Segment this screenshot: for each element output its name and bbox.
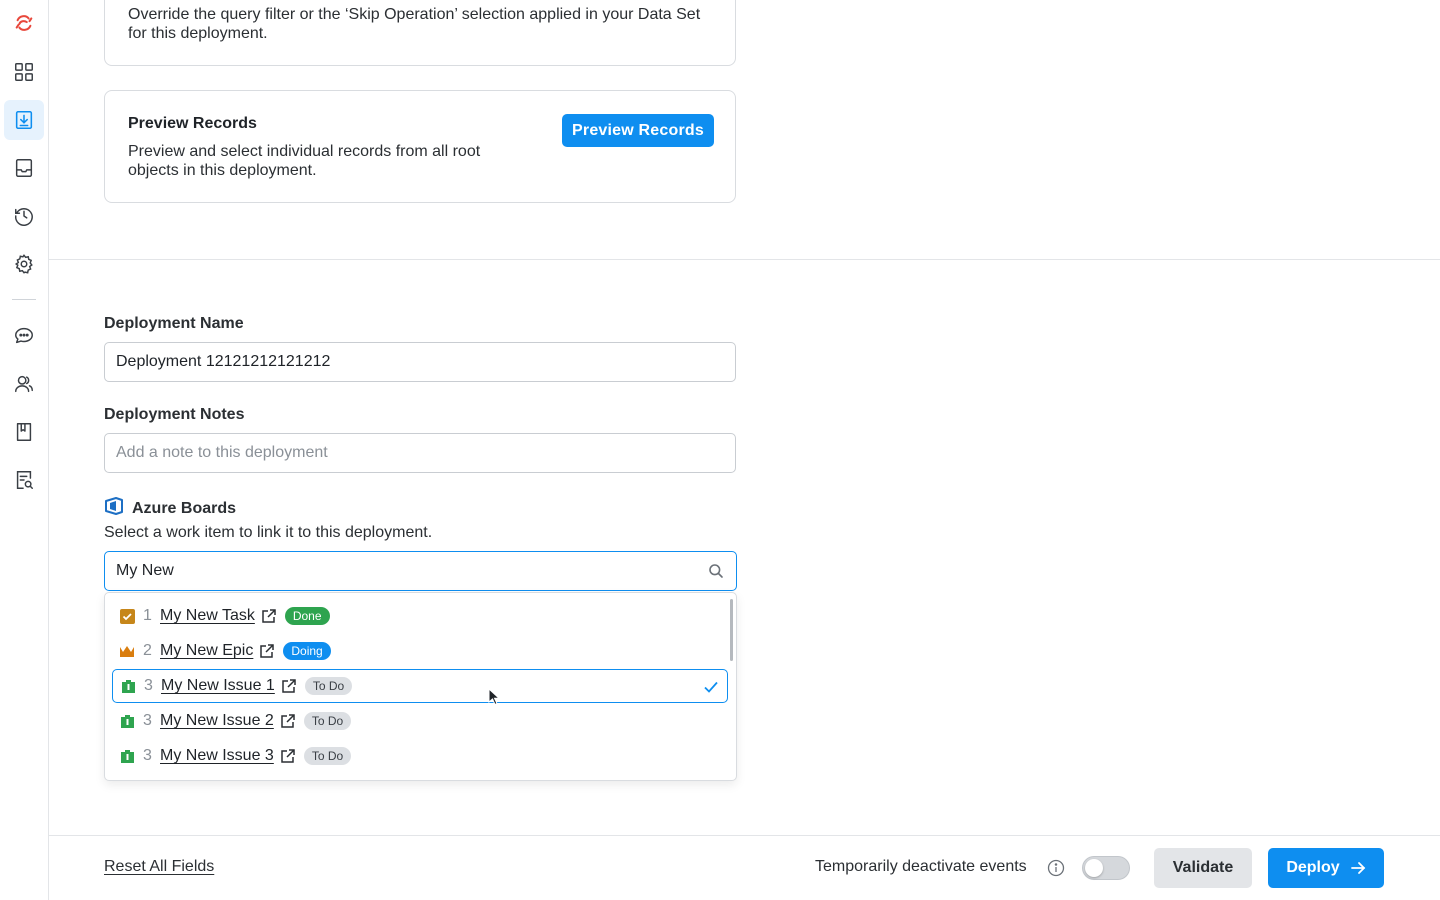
azure-boards-title: Azure Boards: [132, 499, 237, 517]
work-item-title[interactable]: My New Issue 1: [161, 677, 275, 695]
history-icon[interactable]: [12, 204, 36, 228]
sidebar: [0, 0, 49, 900]
work-item-id: 3: [144, 677, 153, 694]
deploy-button-label: Deploy: [1286, 859, 1340, 876]
work-item-option[interactable]: 3 My New Issue 2 To Do: [112, 704, 728, 738]
work-item-title[interactable]: My New Issue 3: [160, 747, 274, 765]
work-item-id: 3: [143, 712, 152, 729]
deactivate-events-toggle[interactable]: [1082, 856, 1130, 880]
azure-boards-description: Select a work item to link it to this de…: [104, 524, 433, 541]
deployment-name-label: Deployment Name: [104, 315, 244, 332]
work-item-title[interactable]: My New Epic: [160, 642, 253, 660]
status-badge: To Do: [303, 747, 352, 765]
chat-icon[interactable]: [12, 324, 36, 348]
deactivate-events-label: Temporarily deactivate events: [815, 858, 1027, 875]
work-item-search[interactable]: [104, 551, 737, 591]
status-badge: Done: [284, 607, 330, 625]
issue-icon: [119, 748, 135, 764]
work-item-dropdown: 1 My New Task Done 2 My New Epic Doing 3…: [104, 592, 737, 781]
issue-icon: [119, 713, 135, 729]
work-item-option[interactable]: 2 My New Epic Doing: [112, 634, 728, 668]
validate-button[interactable]: Validate: [1154, 848, 1252, 888]
preview-records-description: Preview and select individual records fr…: [128, 143, 481, 179]
azure-boards-header: Azure Boards: [104, 497, 236, 520]
deployment-notes-label: Deployment Notes: [104, 406, 245, 423]
preview-records-button[interactable]: Preview Records: [562, 114, 714, 147]
checkmark-icon: [704, 681, 718, 693]
open-external-icon[interactable]: [259, 643, 275, 659]
status-badge: To Do: [303, 712, 352, 730]
work-item-search-input[interactable]: [105, 552, 736, 590]
preview-records-card: Preview Records Preview and select indiv…: [104, 90, 736, 203]
reset-all-fields-link[interactable]: Reset All Fields: [104, 858, 214, 876]
filter-override-description: Override the query filter or the ‘Skip O…: [128, 6, 701, 42]
dropdown-scrollbar[interactable]: [730, 599, 733, 661]
settings-icon[interactable]: [12, 252, 36, 276]
open-external-icon[interactable]: [261, 608, 277, 624]
work-item-id: 1: [143, 607, 152, 624]
work-item-id: 3: [143, 747, 152, 764]
book-icon[interactable]: [12, 420, 36, 444]
open-external-icon[interactable]: [280, 713, 296, 729]
deploy-icon[interactable]: [12, 108, 36, 132]
search-document-icon[interactable]: [12, 468, 36, 492]
status-badge: Doing: [283, 642, 331, 660]
footer-divider: [49, 835, 1440, 836]
status-badge: To Do: [304, 677, 353, 695]
work-item-option[interactable]: 1 My New Task Done: [112, 599, 728, 633]
info-icon[interactable]: [1047, 859, 1065, 877]
open-external-icon[interactable]: [280, 748, 296, 764]
toggle-knob: [1085, 859, 1103, 877]
section-divider: [49, 259, 1440, 260]
filter-override-card: Override the query filter or the ‘Skip O…: [104, 0, 736, 66]
work-item-title[interactable]: My New Task: [160, 607, 255, 625]
sidebar-divider: [12, 299, 36, 300]
task-icon: [119, 608, 135, 624]
work-item-id: 2: [143, 642, 152, 659]
users-icon[interactable]: [12, 372, 36, 396]
main-content: Override the query filter or the ‘Skip O…: [49, 0, 1440, 900]
arrow-right-icon: [1350, 862, 1365, 874]
work-item-title[interactable]: My New Issue 2: [160, 712, 274, 730]
epic-icon: [119, 643, 135, 659]
preview-records-title: Preview Records: [128, 115, 257, 132]
inbox-icon[interactable]: [12, 156, 36, 180]
work-item-option[interactable]: 3 My New Issue 3 To Do: [112, 739, 728, 773]
deploy-button[interactable]: Deploy: [1268, 848, 1384, 888]
work-item-option-selected[interactable]: 3 My New Issue 1 To Do: [112, 669, 728, 703]
search-icon: [709, 564, 723, 578]
deployment-notes-input[interactable]: [104, 433, 736, 473]
deployment-name-input[interactable]: [104, 342, 736, 382]
logo-icon[interactable]: [12, 11, 36, 35]
mouse-cursor-icon: [488, 688, 500, 706]
issue-icon: [120, 678, 136, 694]
azure-boards-icon: [104, 497, 124, 520]
dashboard-icon[interactable]: [12, 60, 36, 84]
open-external-icon[interactable]: [281, 678, 297, 694]
